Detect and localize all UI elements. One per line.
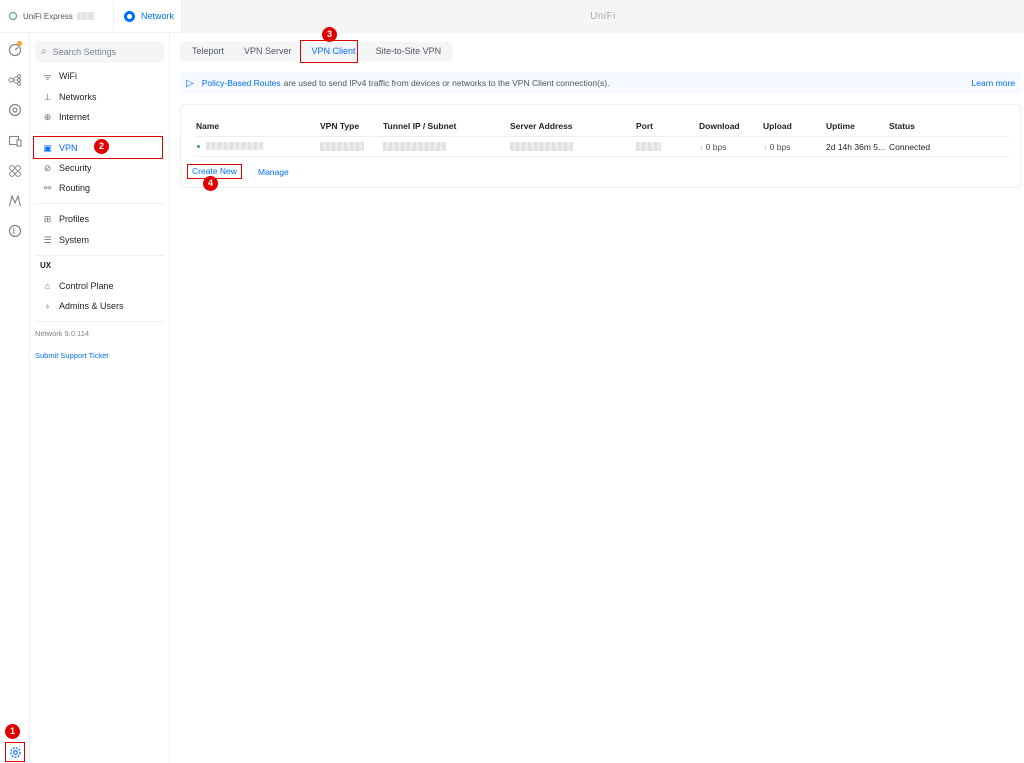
column-header-name: Name	[196, 121, 220, 131]
icon-rail	[0, 33, 30, 763]
step-marker-2: 2	[94, 139, 109, 154]
arrow-up-icon: ↑	[763, 142, 770, 152]
version-label: Network 9.0.114	[35, 329, 90, 338]
sidebar-divider	[35, 255, 164, 256]
column-header-port: Port	[636, 121, 653, 131]
sidebar-item-label: System	[59, 235, 90, 245]
arrow-down-icon: ↓	[699, 142, 706, 152]
search-placeholder: Search Settings	[52, 46, 117, 57]
device-switcher[interactable]: UniFi Express	[0, 0, 114, 33]
sidebar-divider	[35, 203, 164, 204]
sidebar-item-label: Control Plane	[59, 281, 114, 291]
sidebar-item-security[interactable]: ⊘ Security	[35, 159, 164, 177]
tab-teleport[interactable]: Teleport	[182, 42, 234, 61]
sidebar-item-profiles[interactable]: ⊞ Profiles	[35, 210, 164, 228]
manage-button[interactable]: Manage	[258, 167, 289, 177]
sidebar-item-control-plane[interactable]: ⌂ Control Plane	[35, 277, 164, 295]
top-bar: UniFi Express Network UniFi	[0, 0, 1024, 33]
sidebar-item-admins-users[interactable]: ♁ Admins & Users	[35, 297, 164, 315]
search-icon: ⌕	[41, 46, 47, 57]
ux-section-heading: UX	[40, 261, 52, 270]
gear-icon	[9, 746, 21, 758]
sidebar-divider	[35, 132, 164, 133]
network-app-label: Network	[141, 11, 175, 21]
sidebar-item-internet[interactable]: ⊕ Internet	[35, 108, 164, 126]
highlight-box-vpn-client-tab	[300, 40, 358, 63]
device-name: UniFi Express	[23, 11, 73, 21]
column-header-tunnel-ip: Tunnel IP / Subnet	[383, 121, 457, 131]
insights-icon[interactable]	[8, 194, 22, 208]
sidebar-item-label: Profiles	[59, 214, 90, 224]
sidebar-item-label: Admins & Users	[59, 301, 124, 311]
sidebar-item-label: Routing	[59, 183, 91, 193]
globe-icon	[9, 12, 17, 20]
policy-based-routes-link[interactable]: Policy-Based Routes	[202, 78, 281, 88]
route-icon: ▷	[186, 77, 194, 89]
sidebar-divider	[35, 321, 164, 322]
download-value: 0 bps	[705, 142, 727, 152]
redacted-tunnel-ip	[383, 142, 446, 151]
tab-vpn-server[interactable]: VPN Server	[234, 42, 302, 61]
column-header-download: Download	[699, 121, 740, 131]
column-header-uptime: Uptime	[826, 121, 855, 131]
routing-icon: ⚯	[43, 182, 52, 193]
top-title-area: UniFi	[182, 0, 1024, 33]
sidebar-item-networks[interactable]: ⊥ Networks	[35, 88, 164, 106]
status-dot	[197, 145, 200, 148]
step-marker-3: 3	[322, 27, 337, 42]
globe-icon: ⊕	[43, 111, 52, 122]
support-ticket-link[interactable]: Submit Support Ticket	[35, 351, 108, 360]
tab-site-to-site-vpn[interactable]: Site-to-Site VPN	[366, 42, 452, 61]
download-cell: ↓ 0 bps	[699, 142, 726, 152]
page-title: UniFi	[590, 11, 616, 22]
redacted-vpn-type	[320, 142, 364, 151]
sidebar-item-label: Internet	[59, 112, 90, 122]
system-icon: ☰	[43, 234, 52, 245]
upload-value: 0 bps	[769, 142, 791, 152]
step-marker-4: 4	[203, 176, 218, 191]
sidebar-item-label: WiFi	[59, 71, 77, 81]
network-app-icon	[124, 10, 135, 22]
network-app-tab[interactable]: Network	[114, 10, 175, 22]
table-divider	[195, 156, 1009, 157]
redacted-name	[206, 142, 263, 150]
networks-icon: ⊥	[43, 91, 52, 102]
step-marker-1: 1	[5, 724, 20, 739]
column-header-server-address: Server Address	[510, 121, 573, 131]
alerts-icon[interactable]	[8, 224, 22, 238]
sidebar-item-routing[interactable]: ⚯ Routing	[35, 179, 164, 197]
profiles-icon: ⊞	[43, 213, 52, 224]
redacted-port	[636, 142, 661, 151]
top-left-area: UniFi Express Network	[0, 0, 182, 33]
vpn-client-table: Name VPN Type Tunnel IP / Subnet Server …	[180, 104, 1021, 188]
redacted-server-address	[510, 142, 573, 151]
apps-icon[interactable]	[8, 164, 22, 178]
sidebar-item-wifi[interactable]: ᯤ WiFi	[35, 67, 164, 85]
uptime-cell: 2d 14h 36m 5...	[826, 142, 886, 152]
table-divider	[195, 136, 1009, 137]
upload-cell: ↑ 0 bps	[763, 142, 790, 152]
shield-icon: ⊘	[43, 162, 52, 173]
notification-dot	[17, 41, 22, 46]
clients-icon[interactable]	[8, 134, 22, 148]
banner-text: are used to send IPv4 traffic from devic…	[283, 78, 610, 88]
info-banner: ▷ Policy-Based Routes are used to send I…	[180, 72, 1021, 94]
control-plane-icon: ⌂	[44, 281, 51, 291]
column-header-status: Status	[889, 121, 915, 131]
redacted-device-id	[76, 12, 95, 20]
status-cell: Connected	[889, 142, 931, 152]
learn-more-link[interactable]: Learn more	[972, 78, 1015, 88]
column-header-vpn-type: VPN Type	[320, 121, 360, 131]
search-settings-input[interactable]: ⌕ Search Settings	[35, 41, 164, 62]
sidebar-item-system[interactable]: ☰ System	[35, 231, 164, 249]
sidebar-item-label: Security	[59, 163, 92, 173]
sidebar-item-label: Networks	[59, 92, 97, 102]
wifi-icon: ᯤ	[43, 71, 52, 82]
devices-icon[interactable]	[8, 103, 22, 117]
column-header-upload: Upload	[763, 121, 792, 131]
settings-gear-button[interactable]	[5, 742, 25, 762]
topology-icon[interactable]	[8, 73, 22, 87]
users-icon: ♁	[44, 301, 51, 311]
